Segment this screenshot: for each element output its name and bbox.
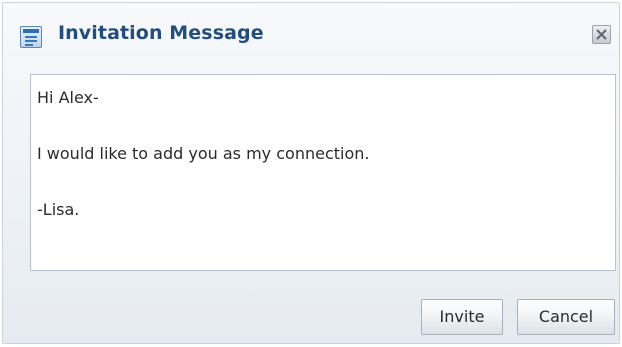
message-textarea[interactable]: Hi Alex- I would like to add you as my c… [30, 74, 616, 271]
cancel-button[interactable]: Cancel [517, 299, 615, 335]
invitation-dialog: Invitation Message Hi Alex- I would like… [2, 2, 620, 344]
dialog-title: Invitation Message [58, 22, 264, 44]
dialog-titlebar: Invitation Message [3, 3, 619, 67]
invite-button[interactable]: Invite [421, 299, 503, 335]
close-icon [596, 29, 607, 40]
close-button[interactable] [592, 25, 611, 44]
document-icon [20, 26, 42, 48]
